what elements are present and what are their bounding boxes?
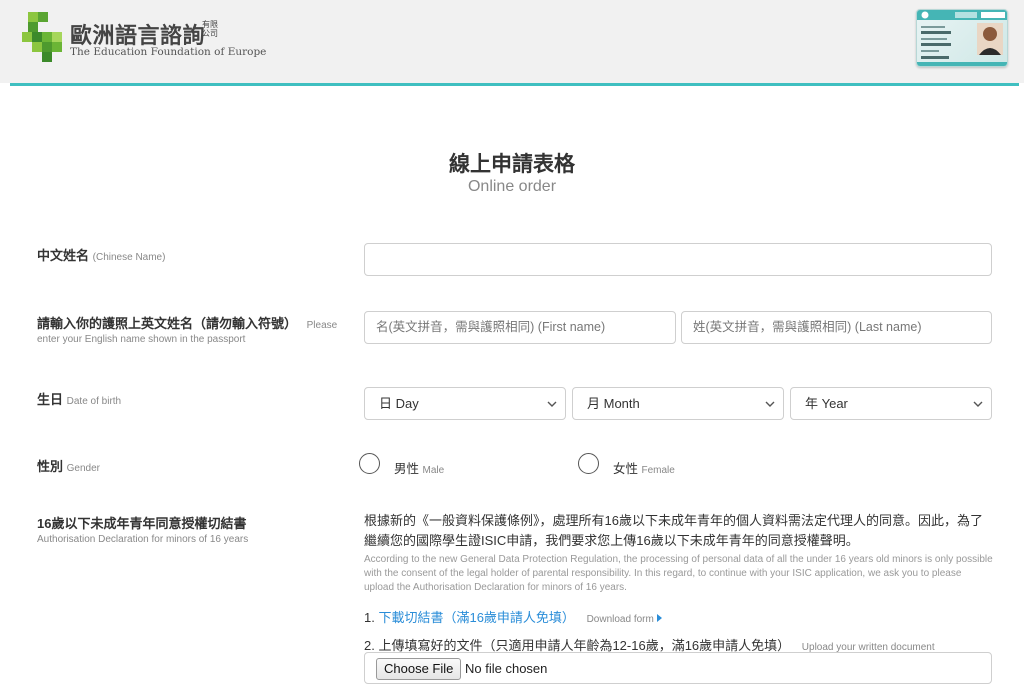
birth-label-text: 生日	[37, 392, 64, 407]
isic-card-image	[916, 9, 1008, 67]
download-step-number: 1.	[364, 610, 375, 625]
birth-label: 生日 Date of birth	[37, 389, 121, 408]
header-divider	[10, 83, 1019, 86]
birth-month-value: 月 Month	[587, 396, 640, 411]
first-name-input[interactable]: 名(英文拼音，需與護照相同) (First name)	[364, 311, 676, 344]
logo-english-text: The Education Foundation of Europe	[70, 46, 267, 58]
chevron-down-icon	[765, 401, 775, 407]
chinese-name-label: 中文姓名 (Chinese Name)	[37, 245, 165, 264]
chevron-down-icon	[973, 401, 983, 407]
gender-male-sub: Male	[422, 465, 445, 476]
birth-year-value: 年 Year	[805, 396, 848, 411]
gender-label: 性別 Gender	[37, 456, 100, 475]
last-name-input[interactable]: 姓(英文拼音，需與護照相同) (Last name)	[681, 311, 992, 344]
chinese-name-input[interactable]	[364, 243, 992, 276]
english-name-label: 請輸入你的護照上英文姓名（請勿輸入符號） Please	[37, 313, 337, 332]
birth-label-sub: Date of birth	[66, 396, 122, 407]
gender-female-text: 女性	[613, 462, 639, 476]
declaration-text-english: According to the new General Data Protec…	[364, 554, 993, 593]
english-name-label-text: 請輸入你的護照上英文姓名（請勿輸入符號）	[37, 316, 298, 331]
gender-female-label[interactable]: 女性 Female	[613, 458, 675, 477]
logo-chinese-small-text: 有限公司	[202, 20, 218, 38]
play-arrow-icon	[656, 614, 662, 622]
gender-female-radio[interactable]	[578, 453, 599, 474]
student-card-icon	[917, 10, 1007, 66]
upload-step-text: 2. 上傳填寫好的文件（只適用申請人年齡為12-16歲，滿16歲申請人免填）	[364, 638, 791, 653]
gender-label-text: 性別	[37, 459, 64, 474]
gender-male-text: 男性	[394, 462, 420, 476]
download-form-sub[interactable]: Download form	[587, 614, 654, 625]
page-title: 線上申請表格	[449, 153, 575, 176]
birth-month-select[interactable]: 月 Month	[572, 387, 784, 420]
chinese-name-label-text: 中文姓名	[37, 248, 90, 263]
download-step: 1. 下載切結書（滿16歲申請人免填） Download form	[364, 607, 662, 626]
declaration-label-sub: Authorisation Declaration for minors of …	[37, 534, 249, 545]
site-logo[interactable]: 歐洲語言諮詢 有限公司 The Education Foundation of …	[22, 12, 266, 64]
birth-year-select[interactable]: 年 Year	[790, 387, 992, 420]
gender-label-sub: Gender	[66, 463, 100, 474]
birth-day-value: 日 Day	[379, 396, 419, 411]
chevron-down-icon	[547, 401, 557, 407]
declaration-text-chinese: 根據新的《一般資料保護條例》，處理所有16歲以下未成年青年的個人資料需法定代理人…	[364, 513, 983, 548]
gender-female-sub: Female	[641, 465, 675, 476]
chinese-name-label-sub: (Chinese Name)	[92, 252, 166, 263]
download-form-link[interactable]: 下載切結書（滿16歲申請人免填）	[378, 610, 574, 625]
english-name-label-sub: Please	[306, 320, 338, 331]
gender-male-radio[interactable]	[359, 453, 380, 474]
choose-file-button[interactable]: Choose File	[376, 658, 462, 680]
file-upload-field[interactable]: Choose File No file chosen	[364, 652, 992, 684]
birth-day-select[interactable]: 日 Day	[364, 387, 566, 420]
gender-male-label[interactable]: 男性 Male	[394, 458, 444, 477]
file-status-text: No file chosen	[465, 661, 548, 676]
declaration-label: 16歲以下未成年青年同意授權切結書	[37, 516, 247, 531]
page-subtitle: Online order	[467, 178, 557, 195]
english-name-label-sub2: enter your English name shown in the pas…	[37, 334, 246, 345]
logo-mark-icon	[22, 12, 62, 62]
